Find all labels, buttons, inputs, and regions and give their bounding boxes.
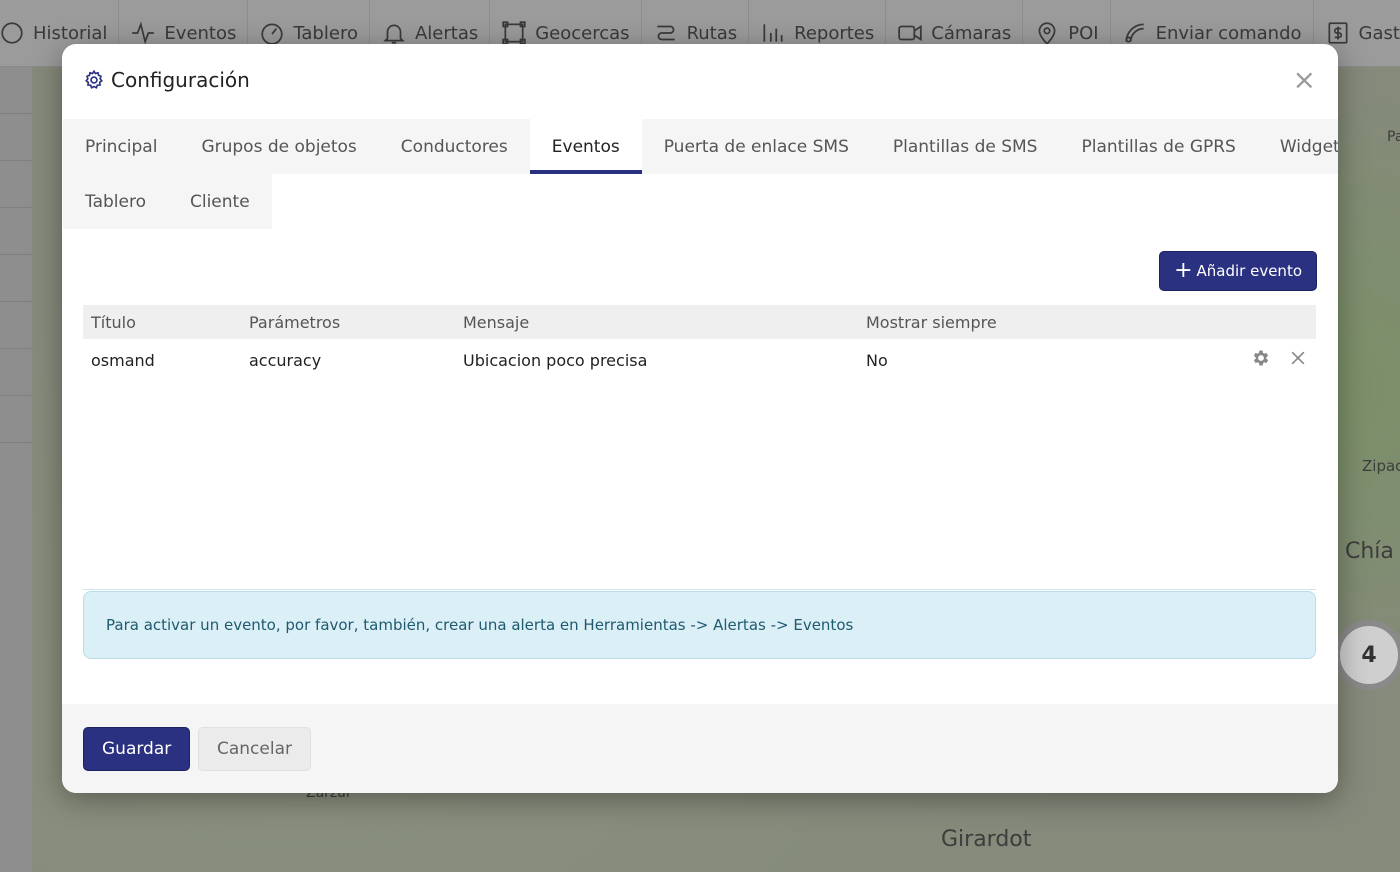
modal-header: Configuración ×: [62, 44, 1338, 119]
info-alert: Para activar un evento, por favor, tambi…: [83, 591, 1316, 659]
tab-principal[interactable]: Principal: [63, 119, 180, 174]
map-label-chia: Chía: [1345, 539, 1394, 564]
tab-cliente[interactable]: Cliente: [167, 174, 272, 229]
modal-body: + Añadir evento Título Parámetros Mensaj…: [62, 229, 1338, 704]
tab-widgets[interactable]: Widgets: [1257, 119, 1338, 174]
tab-conductores[interactable]: Conductores: [378, 119, 530, 174]
modal-title: Configuración: [83, 68, 250, 92]
modal-title-text: Configuración: [111, 68, 250, 92]
sidebar-row[interactable]: [0, 161, 32, 208]
chart-icon: [763, 24, 783, 42]
left-sidebar: [0, 67, 33, 872]
events-table: Título Parámetros Mensaje Mostrar siempr…: [83, 305, 1316, 381]
tab-grupos-de-objetos[interactable]: Grupos de objetos: [179, 119, 379, 174]
sidebar-row[interactable]: [0, 208, 32, 255]
edit-gear-icon[interactable]: [1251, 348, 1271, 372]
gear-icon: [85, 69, 103, 89]
configuration-modal: Configuración × Principal Grupos de obje…: [62, 44, 1338, 793]
row-actions: [1210, 339, 1316, 381]
sidebar-row[interactable]: [0, 396, 32, 443]
add-event-label: Añadir evento: [1196, 262, 1302, 280]
cell-mensaje: Ubicacion poco precisa: [463, 350, 648, 370]
sidebar-row[interactable]: [0, 67, 32, 114]
route-icon: [656, 25, 675, 41]
column-header-actions: [1210, 305, 1316, 339]
tab-puerta-de-enlace-sms[interactable]: Puerta de enlace SMS: [641, 119, 871, 174]
dollar-icon: [1327, 22, 1348, 44]
table-header-row: Título Parámetros Mensaje Mostrar siempr…: [83, 305, 1316, 339]
delete-x-icon[interactable]: [1288, 348, 1308, 372]
column-header-mostrar-siempre: Mostrar siempre: [858, 305, 1210, 339]
close-icon[interactable]: ×: [1293, 66, 1316, 94]
plus-icon: +: [1174, 258, 1193, 283]
column-header-titulo: Título: [83, 305, 241, 339]
bell-icon: [383, 24, 405, 44]
sidebar-row[interactable]: [0, 349, 32, 396]
gauge-icon: [261, 23, 284, 45]
signal-icon: [1125, 23, 1144, 43]
cell-titulo: osmand: [91, 350, 155, 370]
column-header-parametros: Parámetros: [241, 305, 455, 339]
tab-plantillas-de-gprs[interactable]: Plantillas de GPRS: [1059, 119, 1258, 174]
history-icon: [1, 22, 23, 44]
tab-eventos[interactable]: Eventos: [529, 119, 642, 174]
modal-footer: Guardar Cancelar: [62, 704, 1338, 793]
sidebar-row[interactable]: [0, 255, 32, 302]
activity-icon: [132, 21, 155, 45]
tab-bar: Principal Grupos de objetos Conductores …: [62, 119, 1338, 229]
map-label-zipac: Zipac: [1362, 457, 1400, 475]
map-label-girardot: Girardot: [941, 827, 1032, 852]
tab-tablero[interactable]: Tablero: [63, 174, 168, 229]
map-cluster-marker[interactable]: 4: [1334, 620, 1400, 690]
cancel-button[interactable]: Cancelar: [198, 727, 311, 771]
tab-plantillas-de-sms[interactable]: Plantillas de SMS: [870, 119, 1060, 174]
map-label-pa: Pa: [1387, 129, 1400, 145]
cell-mostrar-siempre: No: [866, 350, 888, 370]
geofence-icon: [502, 21, 526, 45]
add-event-button[interactable]: + Añadir evento: [1159, 251, 1317, 291]
table-row[interactable]: osmand accuracy Ubicacion poco precisa N…: [83, 339, 1316, 381]
column-header-mensaje: Mensaje: [455, 305, 858, 339]
save-button[interactable]: Guardar: [83, 727, 191, 771]
camera-icon: [898, 24, 922, 42]
sidebar-row[interactable]: [0, 302, 32, 349]
divider: [83, 589, 1316, 590]
pin-icon: [1038, 22, 1056, 46]
cell-parametros: accuracy: [249, 350, 322, 370]
sidebar-row[interactable]: [0, 114, 32, 161]
